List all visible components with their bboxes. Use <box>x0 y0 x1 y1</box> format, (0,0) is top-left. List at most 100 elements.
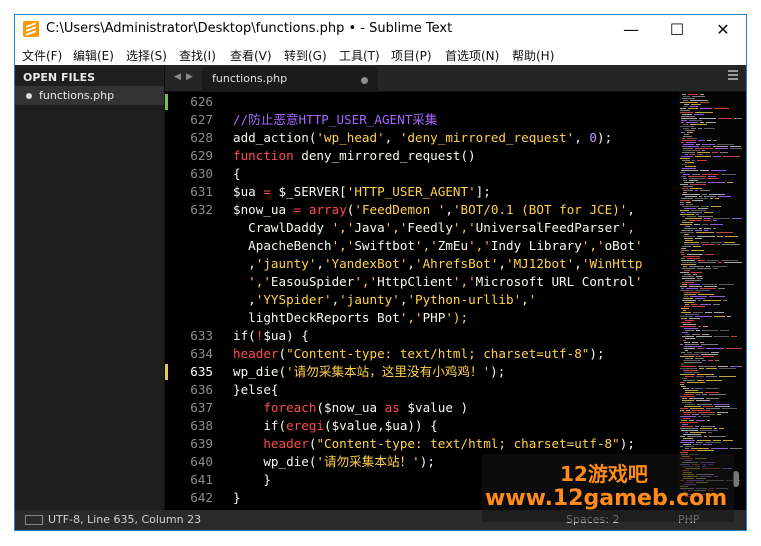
code-line[interactable]: } <box>233 471 271 489</box>
minimap-line <box>703 220 711 221</box>
minimap-line <box>689 266 704 267</box>
minimap-line <box>686 202 691 203</box>
code-line[interactable]: $now_ua = array('FeedDemon ','BOT/0.1 (B… <box>233 201 635 219</box>
minimap-line <box>689 120 702 121</box>
minimap-line <box>682 262 696 263</box>
minimap-line <box>684 228 697 229</box>
tab-menu-icon[interactable] <box>728 70 738 80</box>
minimap-line <box>688 94 698 95</box>
title-bar[interactable]: C:\Users\Administrator\Desktop\functions… <box>15 15 746 44</box>
code-line[interactable]: }else{ <box>233 381 279 399</box>
close-button[interactable]: ✕ <box>700 15 746 44</box>
minimap-line <box>711 448 728 449</box>
tab-modified-dot-icon[interactable] <box>361 77 368 84</box>
code-line[interactable]: header("Content-type: text/html; charset… <box>233 345 605 363</box>
code-line[interactable]: ApacheBench','Swiftbot','ZmEu','Indy Lib… <box>233 237 642 255</box>
minimap[interactable] <box>678 92 746 510</box>
minimap-line <box>723 300 727 301</box>
code-line[interactable]: //防止恶意HTTP_USER_AGENT采集 <box>233 111 437 129</box>
minimap-line <box>682 114 692 115</box>
code-line[interactable]: header("Content-type: text/html; charset… <box>233 435 635 453</box>
minimap-line <box>680 316 693 317</box>
code-line[interactable]: if(!$ua) { <box>233 327 309 345</box>
tab-scroll-left-icon[interactable]: ◀ <box>174 72 181 82</box>
code-area[interactable]: //防止恶意HTTP_USER_AGENT采集 add_action('wp_he… <box>233 92 678 510</box>
minimap-line <box>713 268 718 269</box>
minimap-line <box>684 394 694 395</box>
minimap-line <box>695 316 712 317</box>
code-line[interactable]: wp_die('请勿采集本站！'); <box>233 453 435 471</box>
minimap-line <box>681 198 693 199</box>
minimap-line <box>730 148 742 149</box>
minimap-line <box>683 370 698 371</box>
code-line[interactable]: $ua = $_SERVER['HTTP_USER_AGENT']; <box>233 183 491 201</box>
code-line[interactable]: if(eregi($value,$ua)) { <box>233 417 437 435</box>
minimap-line <box>704 128 715 129</box>
minimap-line <box>681 322 691 323</box>
code-line[interactable]: foreach($now_ua as $value ) <box>233 399 468 417</box>
menu-file[interactable]: 文件(F) <box>22 47 62 64</box>
code-line[interactable]: add_action('wp_head', 'deny_mirrored_req… <box>233 129 612 147</box>
line-number: 629 <box>190 148 213 163</box>
code-line[interactable]: } <box>233 489 241 507</box>
menu-help[interactable]: 帮助(H) <box>512 47 554 64</box>
minimap-line <box>683 192 687 193</box>
menu-tools[interactable]: 工具(T) <box>339 47 380 64</box>
minimap-line <box>680 428 698 429</box>
minimap-line <box>684 134 689 135</box>
minimap-line <box>700 288 716 289</box>
code-line[interactable]: ,'YYSpider','jaunty','Python-urllib',' <box>233 291 536 309</box>
minimap-line <box>680 356 694 357</box>
menu-goto[interactable]: 转到(G) <box>284 47 327 64</box>
minimap-line <box>682 140 696 141</box>
minimap-line <box>689 318 700 319</box>
minimap-line <box>715 406 730 407</box>
minimap-line <box>697 154 703 155</box>
minimap-line <box>697 260 705 261</box>
tab-scroll-right-icon[interactable]: ▶ <box>186 72 193 82</box>
tab-functions-php[interactable]: functions.php <box>202 67 378 92</box>
menu-project[interactable]: 项目(P) <box>391 47 432 64</box>
minimap-line <box>695 358 704 359</box>
code-line[interactable]: { <box>233 165 241 183</box>
minimap-line <box>709 296 725 297</box>
minimap-line <box>681 386 686 387</box>
code-line[interactable]: CrawlDaddy ','Java','Feedly','UniversalF… <box>233 219 635 237</box>
window-title: C:\Users\Administrator\Desktop\functions… <box>46 21 453 36</box>
modified-dot-icon <box>26 93 32 99</box>
menu-selection[interactable]: 选择(S) <box>126 47 167 64</box>
line-number: 631 <box>190 184 213 199</box>
minimap-line <box>682 282 694 283</box>
minimap-line <box>724 262 742 263</box>
code-line[interactable]: ','EasouSpider','HttpClient','Microsoft … <box>233 273 642 291</box>
minimap-line <box>704 218 711 219</box>
code-editor[interactable]: 626 627 628 629 630 631 632 633 634 635 636 637 638 6… <box>165 92 678 510</box>
sidebar-file-functions-php[interactable]: functions.php <box>15 86 164 105</box>
menu-edit[interactable]: 编辑(E) <box>73 47 114 64</box>
minimap-line <box>683 124 688 125</box>
code-line[interactable]: function deny_mirrored_request() <box>233 147 476 165</box>
menu-preferences[interactable]: 首选项(N) <box>445 47 499 64</box>
minimap-line <box>709 394 726 395</box>
line-number: 627 <box>190 112 213 127</box>
menu-find[interactable]: 查找(I) <box>179 47 216 64</box>
minimap-line <box>697 374 714 375</box>
menu-view[interactable]: 查看(V) <box>230 47 272 64</box>
minimize-button[interactable]: — <box>608 15 654 44</box>
code-line[interactable]: ,'jaunty','YandexBot','AhrefsBot','MJ12b… <box>233 255 642 273</box>
minimap-line <box>680 214 694 215</box>
panel-toggle-icon[interactable] <box>25 515 43 525</box>
code-line[interactable]: wp_die('请勿采集本站，这里没有小鸡鸡！'); <box>233 363 505 381</box>
minimap-line <box>724 242 735 243</box>
minimap-line <box>686 142 696 143</box>
minimap-line <box>692 410 710 411</box>
minimap-line <box>682 284 687 285</box>
minimap-line <box>682 378 687 379</box>
code-line[interactable]: lightDeckReports Bot','PHP'); <box>233 309 468 327</box>
minimap-line <box>718 118 732 119</box>
minimap-line <box>694 114 704 115</box>
maximize-button[interactable]: ☐ <box>654 15 700 44</box>
minimap-line <box>683 388 689 389</box>
minimap-line <box>680 184 688 185</box>
minimap-line <box>715 148 728 149</box>
